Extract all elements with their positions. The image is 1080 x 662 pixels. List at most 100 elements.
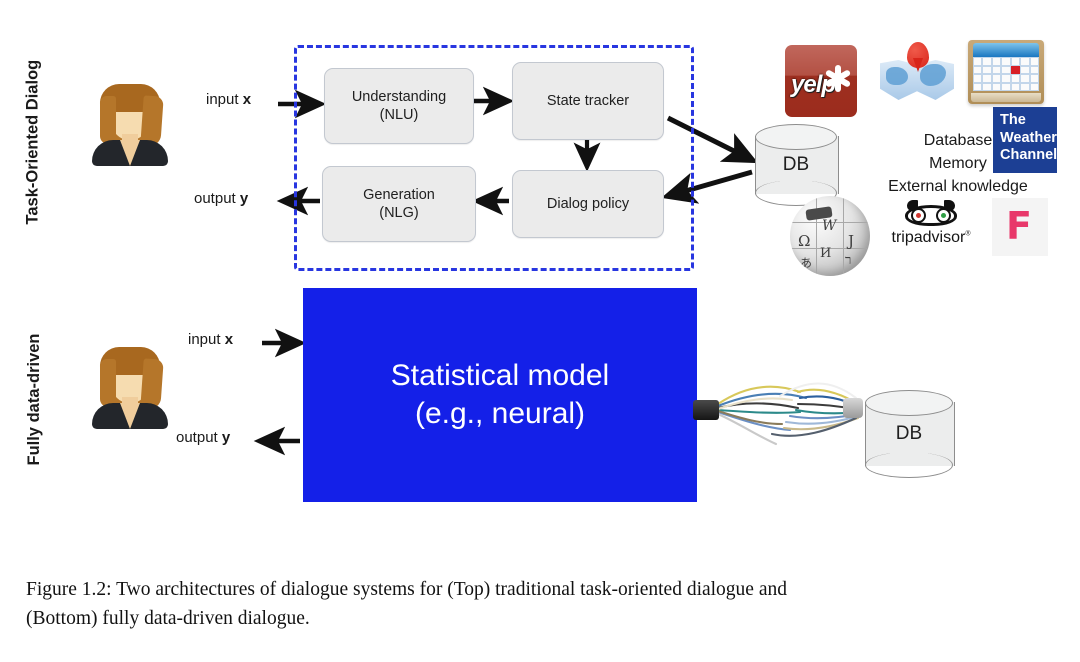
calendar-grid xyxy=(973,57,1039,91)
calendar-cell xyxy=(982,82,992,91)
globe-glyph-hebrew: ר xyxy=(845,253,852,268)
row-label-fully-data-driven-text: Fully data-driven xyxy=(25,333,43,466)
dialog-policy-label: Dialog policy xyxy=(546,195,630,212)
input-label-top-text: input xyxy=(206,91,243,108)
calendar-cell xyxy=(1020,82,1030,91)
map-icon[interactable] xyxy=(878,40,956,110)
figure-container: Task-Oriented Dialog Fully data-driven i… xyxy=(0,0,1080,662)
calendar-cell xyxy=(1029,65,1039,74)
calendar-cell xyxy=(991,74,1002,83)
cable-jack-right xyxy=(843,398,863,418)
calendar-cell xyxy=(991,65,1002,74)
input-var-bottom: x xyxy=(224,331,234,348)
calendar-cell xyxy=(1010,74,1021,83)
input-label-bottom-text: input xyxy=(188,331,225,348)
owl-eye-right xyxy=(936,208,951,223)
owl-pupil-right xyxy=(941,213,946,218)
output-var-bottom: y xyxy=(221,429,231,446)
calendar-header xyxy=(973,43,1039,57)
nlu-line1: Understanding xyxy=(351,88,447,105)
pipeline-box-nlg[interactable]: Generation (NLG) xyxy=(322,166,476,242)
calendar-cell xyxy=(982,57,992,66)
output-label-top-text: output xyxy=(194,190,240,207)
globe-glyph-cyrillic: И xyxy=(820,246,832,261)
database-cylinder-bottom[interactable]: DB xyxy=(865,390,955,478)
calendar-cell xyxy=(982,74,992,83)
output-var-top: y xyxy=(239,190,249,207)
state-tracker-label: State tracker xyxy=(546,92,630,109)
nlg-line2: (NLG) xyxy=(379,205,419,221)
database-cylinder-top[interactable]: DB xyxy=(755,124,839,206)
twc-line2: Weather xyxy=(1000,129,1057,146)
weather-channel-logo-icon[interactable]: The Weather Channel xyxy=(993,107,1057,173)
owl-pupil-left xyxy=(916,213,921,218)
input-var-top: x xyxy=(242,91,252,108)
input-label-bottom: input x xyxy=(188,331,233,348)
foursquare-logo-icon[interactable]: F xyxy=(992,198,1048,256)
calendar-cell xyxy=(1001,65,1011,74)
calendar-cell xyxy=(973,74,983,83)
pipeline-box-nlg-text: Generation (NLG) xyxy=(363,186,435,222)
globe-glyph-j: J xyxy=(848,232,855,250)
calendar-cell xyxy=(1010,57,1021,66)
knowledge-line-external: External knowledge xyxy=(888,178,1028,196)
calendar-cell xyxy=(1001,57,1011,66)
calendar-cell xyxy=(973,57,983,66)
calendar-cell xyxy=(991,57,1002,66)
avatar-hair-right xyxy=(140,358,164,410)
calendar-cell xyxy=(982,65,992,74)
calendar-cell xyxy=(1020,74,1030,83)
calendar-cell xyxy=(1029,82,1039,91)
tripadvisor-owl-icon xyxy=(905,200,957,228)
avatar-hair-left xyxy=(100,359,116,407)
twc-line1: The xyxy=(1000,112,1026,128)
nlu-line2: (NLU) xyxy=(379,107,419,123)
yelp-burst-icon xyxy=(824,63,852,93)
tripadvisor-text: tripadvisor xyxy=(891,229,966,246)
output-label-bottom: output y xyxy=(176,429,230,446)
tripadvisor-wordmark: tripadvisor® xyxy=(883,229,979,247)
yelp-logo-icon[interactable]: yelp xyxy=(785,45,857,117)
avatar-hair-right xyxy=(140,95,164,147)
calendar-cell xyxy=(1029,57,1039,66)
cable-jack-left xyxy=(693,400,719,420)
calendar-cell xyxy=(1010,82,1021,91)
caption-line2: (Bottom) fully data-driven dialogue. xyxy=(26,608,310,630)
avatar-hair-left xyxy=(100,96,116,144)
user-avatar-top xyxy=(88,82,172,166)
output-label-top: output y xyxy=(194,190,248,207)
calendar-cell xyxy=(973,65,983,74)
network-cable xyxy=(693,372,873,456)
wikipedia-globe-icon[interactable]: Ω W J И ר あ xyxy=(790,196,870,276)
calendar-cell xyxy=(973,82,983,91)
calendar-cell xyxy=(991,82,1002,91)
tripadvisor-registered-mark: ® xyxy=(965,230,971,238)
caption-line1: Figure 1.2: Two architectures of dialogu… xyxy=(26,579,787,600)
calendar-cell xyxy=(1020,57,1030,66)
weather-channel-wordmark: The Weather Channel xyxy=(993,112,1057,165)
db-top-label: DB xyxy=(782,154,810,175)
globe-glyph-japanese: あ xyxy=(800,256,813,270)
figure-caption: Figure 1.2: Two architectures of dialogu… xyxy=(26,575,1056,634)
output-label-bottom-text: output xyxy=(176,429,222,446)
foursquare-f-mark: F xyxy=(1006,204,1032,248)
pipeline-box-state-tracker[interactable]: State tracker xyxy=(512,62,664,140)
globe-glyph-omega: Ω xyxy=(798,232,811,250)
db-bottom-label: DB xyxy=(895,423,923,444)
map-landmass-left xyxy=(886,67,908,85)
input-label-top: input x xyxy=(206,91,251,108)
statistical-model-line1: Statistical model xyxy=(390,358,610,392)
globe-glyph-w: W xyxy=(822,218,837,234)
calendar-cell-selected xyxy=(1010,65,1021,74)
calendar-cell xyxy=(1029,74,1039,83)
owl-eye-left xyxy=(911,208,926,223)
calendar-cell xyxy=(1001,82,1011,91)
calendar-icon[interactable] xyxy=(968,40,1044,104)
pipeline-box-dialog-policy[interactable]: Dialog policy xyxy=(512,170,664,238)
pipeline-box-nlu[interactable]: Understanding (NLU) xyxy=(324,68,474,144)
statistical-model-box[interactable]: Statistical model (e.g., neural) xyxy=(303,288,697,502)
nlg-line1: Generation xyxy=(363,186,435,203)
calendar-cell xyxy=(1020,65,1030,74)
calendar-cell xyxy=(1001,74,1011,83)
tripadvisor-logo-icon[interactable]: tripadvisor® xyxy=(883,200,979,255)
